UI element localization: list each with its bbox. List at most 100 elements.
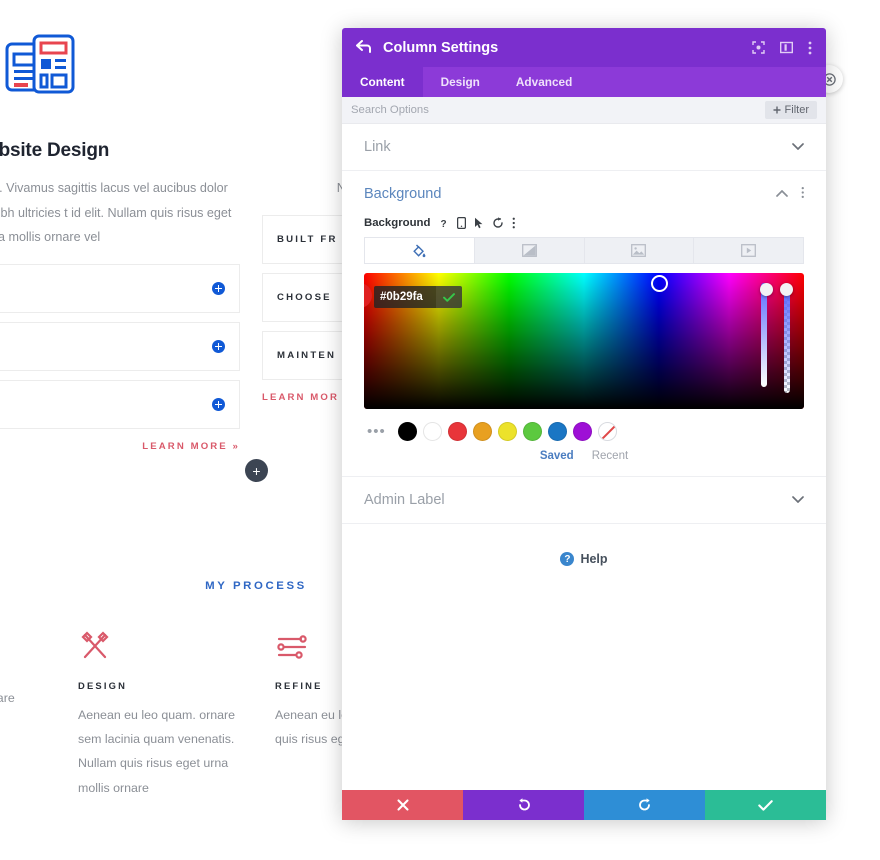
- service-body: na mollis ornare vel eu leo. Vivamus sag…: [0, 181, 232, 245]
- reset-icon[interactable]: [492, 217, 504, 229]
- redo-icon: [638, 798, 650, 811]
- help-icon: ?: [560, 552, 575, 566]
- hex-color-input[interactable]: [374, 286, 436, 308]
- process-item: are sem ullam s ornare: [0, 630, 68, 710]
- swatch-black[interactable]: [397, 422, 417, 441]
- tab-design[interactable]: Design: [423, 67, 498, 97]
- hover-cursor-icon[interactable]: [474, 217, 484, 229]
- video-icon: [741, 244, 757, 257]
- plus-icon[interactable]: [212, 397, 225, 411]
- color-sliders: [760, 283, 793, 393]
- swatch-source-tabs: Saved Recent: [364, 450, 804, 462]
- saved-tab[interactable]: Saved: [540, 450, 574, 462]
- color-picker[interactable]: 1: [364, 273, 804, 409]
- swatch-white[interactable]: [422, 422, 442, 441]
- hue-slider-track: [761, 283, 767, 387]
- paint-bucket-icon: [413, 244, 426, 257]
- hue-slider[interactable]: [760, 283, 773, 393]
- hex-color-field[interactable]: [374, 286, 462, 308]
- more-options-icon[interactable]: [801, 186, 805, 202]
- alpha-slider-handle[interactable]: [780, 283, 793, 296]
- more-options-icon[interactable]: [512, 217, 516, 229]
- filter-button[interactable]: Filter: [764, 101, 817, 119]
- save-button[interactable]: [705, 790, 826, 820]
- search-bar: Search Options Filter: [342, 97, 826, 124]
- svg-text:?: ?: [441, 219, 447, 229]
- responsive-icon[interactable]: [457, 217, 467, 229]
- gradient-icon: [521, 244, 537, 257]
- bg-type-video-tab[interactable]: [693, 237, 804, 264]
- help-link[interactable]: ? Help: [342, 524, 826, 594]
- no-color-icon[interactable]: [597, 422, 617, 441]
- background-type-tabs: [364, 237, 804, 264]
- accordion-list: O GY: [0, 263, 240, 429]
- accordion-label: CHOOSE: [277, 291, 332, 303]
- website-design-icon: [0, 30, 240, 126]
- accordion-item[interactable]: GY: [0, 379, 240, 429]
- plus-icon[interactable]: [212, 281, 225, 295]
- chevron-down-icon[interactable]: [792, 141, 804, 153]
- service-column-1[interactable]: Website Design na mollis ornare vel eu l…: [0, 30, 240, 452]
- section-background: Background Background ? #0b29fa ••• Save…: [342, 171, 826, 477]
- section-link[interactable]: Link: [342, 124, 826, 171]
- close-icon: [396, 799, 409, 811]
- help-icon[interactable]: ?: [438, 218, 449, 229]
- section-title: Link: [364, 139, 391, 155]
- color-swatches: •••: [364, 422, 804, 441]
- hue-slider-handle[interactable]: [760, 283, 773, 296]
- accordion-item[interactable]: O: [0, 321, 240, 371]
- undo-button[interactable]: [463, 790, 584, 820]
- process-item: DESIGN Aenean eu leo quam. ornare sem la…: [78, 630, 258, 800]
- chevron-up-icon[interactable]: [775, 188, 788, 200]
- swatch-blue[interactable]: [547, 422, 567, 441]
- filter-label: Filter: [784, 104, 809, 116]
- back-arrow-icon[interactable]: [356, 39, 371, 56]
- help-label: Help: [580, 552, 608, 566]
- redo-button[interactable]: [584, 790, 705, 820]
- accordion-label: MAINTEN: [277, 349, 337, 361]
- alpha-slider[interactable]: [780, 283, 793, 393]
- swatch-green[interactable]: [522, 422, 542, 441]
- background-field: Background ? #0b29fa ••• Saved Recent: [342, 217, 826, 462]
- process-label: DESIGN: [78, 680, 128, 691]
- process-text: are sem ullam s ornare: [0, 691, 15, 705]
- search-input[interactable]: Search Options: [351, 104, 765, 116]
- section-background-header[interactable]: Background: [342, 171, 826, 217]
- swatch-purple[interactable]: [572, 422, 592, 441]
- chevron-down-icon[interactable]: [792, 494, 804, 506]
- process-text: Aenean eu leo quam. ornare sem lacinia q…: [78, 708, 236, 795]
- tab-content[interactable]: Content: [342, 67, 423, 97]
- recent-tab[interactable]: Recent: [592, 450, 628, 462]
- panel-body: Link Background Background ? #0b29fa •••…: [342, 124, 826, 790]
- accordion-item[interactable]: [0, 263, 240, 313]
- design-pencil-ruler-icon: [78, 630, 258, 674]
- section-admin-label[interactable]: Admin Label: [342, 477, 826, 524]
- fullscreen-icon[interactable]: [752, 41, 765, 54]
- plus-icon[interactable]: [212, 339, 225, 353]
- layout-view-icon[interactable]: [780, 41, 793, 54]
- field-label: Background: [364, 217, 431, 229]
- learn-more-link[interactable]: LEARN MORE »: [0, 441, 240, 452]
- background-field-label-row: Background ?: [364, 217, 804, 229]
- swatch-orange[interactable]: [472, 422, 492, 441]
- accordion-label: BUILT FR: [277, 233, 338, 245]
- panel-title: Column Settings: [383, 39, 499, 56]
- check-icon[interactable]: [436, 286, 462, 308]
- section-title: Admin Label: [364, 492, 445, 508]
- tab-advanced[interactable]: Advanced: [498, 67, 590, 97]
- more-options-icon[interactable]: [808, 41, 812, 55]
- alpha-slider-track: [783, 289, 790, 393]
- bg-type-gradient-tab[interactable]: [473, 237, 585, 264]
- more-swatches-icon[interactable]: •••: [367, 423, 386, 440]
- saturation-handle[interactable]: [651, 275, 668, 292]
- swatch-yellow[interactable]: [497, 422, 517, 441]
- swatch-red[interactable]: [447, 422, 467, 441]
- bg-type-image-tab[interactable]: [583, 237, 695, 264]
- add-module-button[interactable]: +: [245, 459, 268, 482]
- screen: Website Design na mollis ornare vel eu l…: [0, 0, 880, 860]
- discard-button[interactable]: [342, 790, 463, 820]
- bg-type-color-tab[interactable]: [364, 237, 475, 264]
- column-settings-panel: Column Settings Content Design Advanced …: [342, 28, 826, 820]
- section-title: Background: [364, 186, 442, 202]
- undo-icon: [518, 798, 530, 811]
